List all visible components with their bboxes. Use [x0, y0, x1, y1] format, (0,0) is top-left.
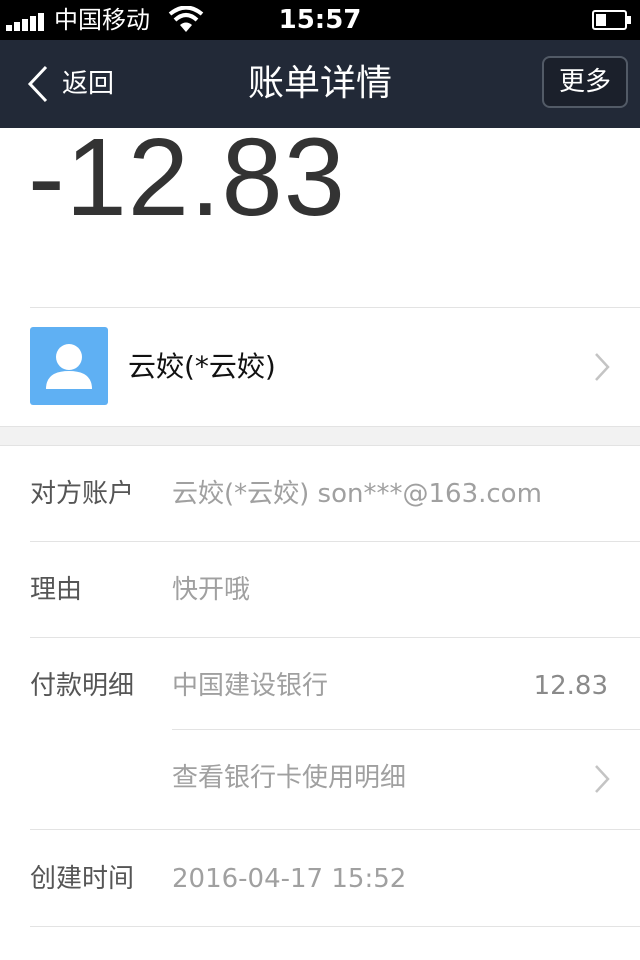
- user-avatar-icon: [46, 344, 92, 389]
- payment-label: 付款明细: [30, 671, 135, 701]
- account-value: 云姣(*云姣) son***@163.com: [172, 479, 542, 509]
- chevron-right-icon: [595, 353, 610, 381]
- status-time: 15:57: [278, 5, 362, 35]
- divider: [30, 637, 640, 638]
- section-separator: [0, 426, 640, 446]
- card-detail-label: 查看银行卡使用明细: [172, 763, 407, 793]
- avatar: [30, 327, 108, 405]
- created-time-label: 创建时间: [30, 864, 135, 894]
- more-button[interactable]: 更多: [542, 56, 628, 108]
- card-detail-link[interactable]: 查看银行卡使用明细: [172, 730, 640, 828]
- contact-name: 云姣(*云姣): [128, 350, 276, 383]
- contact-row[interactable]: 云姣(*云姣): [0, 308, 640, 426]
- created-time-value: 2016-04-17 15:52: [172, 864, 407, 894]
- divider: [30, 541, 640, 542]
- account-label: 对方账户: [30, 479, 135, 509]
- chevron-right-icon: [595, 765, 610, 793]
- transaction-amount: -12.83: [28, 116, 346, 239]
- back-label: 返回: [62, 69, 115, 99]
- battery-icon: [592, 10, 631, 30]
- divider: [30, 829, 640, 830]
- payment-amount: 12.83: [533, 671, 608, 701]
- back-button[interactable]: 返回: [26, 60, 136, 108]
- chevron-left-icon: [27, 65, 48, 103]
- status-bar: 中国移动 15:57: [0, 0, 640, 40]
- navigation-bar: 账单详情 返回 更多: [0, 40, 640, 128]
- reason-value: 快开哦: [172, 575, 251, 605]
- divider: [30, 926, 640, 927]
- reason-label: 理由: [30, 575, 83, 605]
- payment-bank: 中国建设银行: [172, 671, 329, 701]
